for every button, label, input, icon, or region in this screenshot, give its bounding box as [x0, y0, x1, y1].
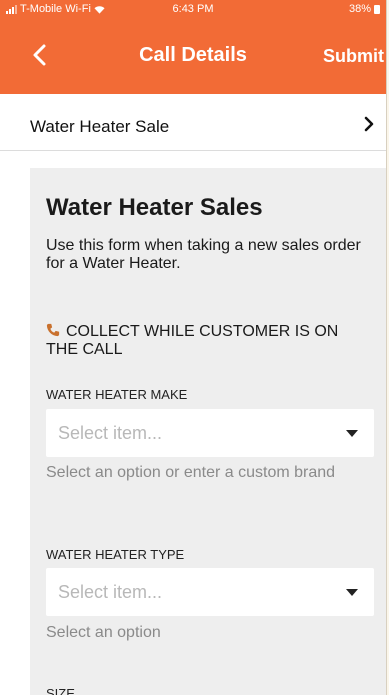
- type-hint: Select an option: [46, 624, 161, 641]
- phone-icon: [46, 323, 60, 337]
- form-card: Water Heater Sales Use this form when ta…: [30, 168, 386, 695]
- field-label-type: WATER HEATER TYPE: [46, 547, 185, 562]
- form-selector-row[interactable]: Water Heater Sale: [0, 94, 386, 151]
- form-description: Use this form when taking a new sales or…: [46, 237, 361, 272]
- battery-label: 38%: [348, 3, 371, 15]
- phone-screen: T-Mobile Wi-Fi 6:43 PM 38% Call Details …: [0, 0, 387, 695]
- status-bar: T-Mobile Wi-Fi 6:43 PM 38%: [0, 0, 386, 18]
- type-select-placeholder: Select item...: [58, 582, 163, 602]
- make-select[interactable]: Select item...: [46, 409, 374, 457]
- make-hint: Select an option or enter a custom brand: [46, 464, 336, 481]
- dropdown-caret-icon: [346, 589, 358, 596]
- status-right: 38%: [349, 3, 380, 15]
- section-heading-text: COLLECT WHILE CUSTOMER IS ON THE CALL: [46, 323, 339, 358]
- status-time: 6:43 PM: [172, 3, 214, 15]
- field-label-make: WATER HEATER MAKE: [46, 387, 188, 402]
- dropdown-caret-icon: [346, 430, 358, 437]
- type-select[interactable]: Select item...: [46, 568, 374, 616]
- chevron-right-icon: [364, 116, 374, 132]
- section-heading: COLLECT WHILE CUSTOMER IS ON THE CALL: [46, 323, 371, 359]
- form-title: Water Heater Sales: [46, 194, 263, 221]
- make-select-placeholder: Select item...: [58, 423, 163, 443]
- battery-icon: [374, 4, 380, 14]
- submit-button[interactable]: Submit: [323, 46, 384, 67]
- nav-bar: Call Details Submit: [0, 18, 386, 94]
- form-selector-label: Water Heater Sale: [30, 117, 170, 136]
- field-label-size: SIZE: [46, 686, 75, 695]
